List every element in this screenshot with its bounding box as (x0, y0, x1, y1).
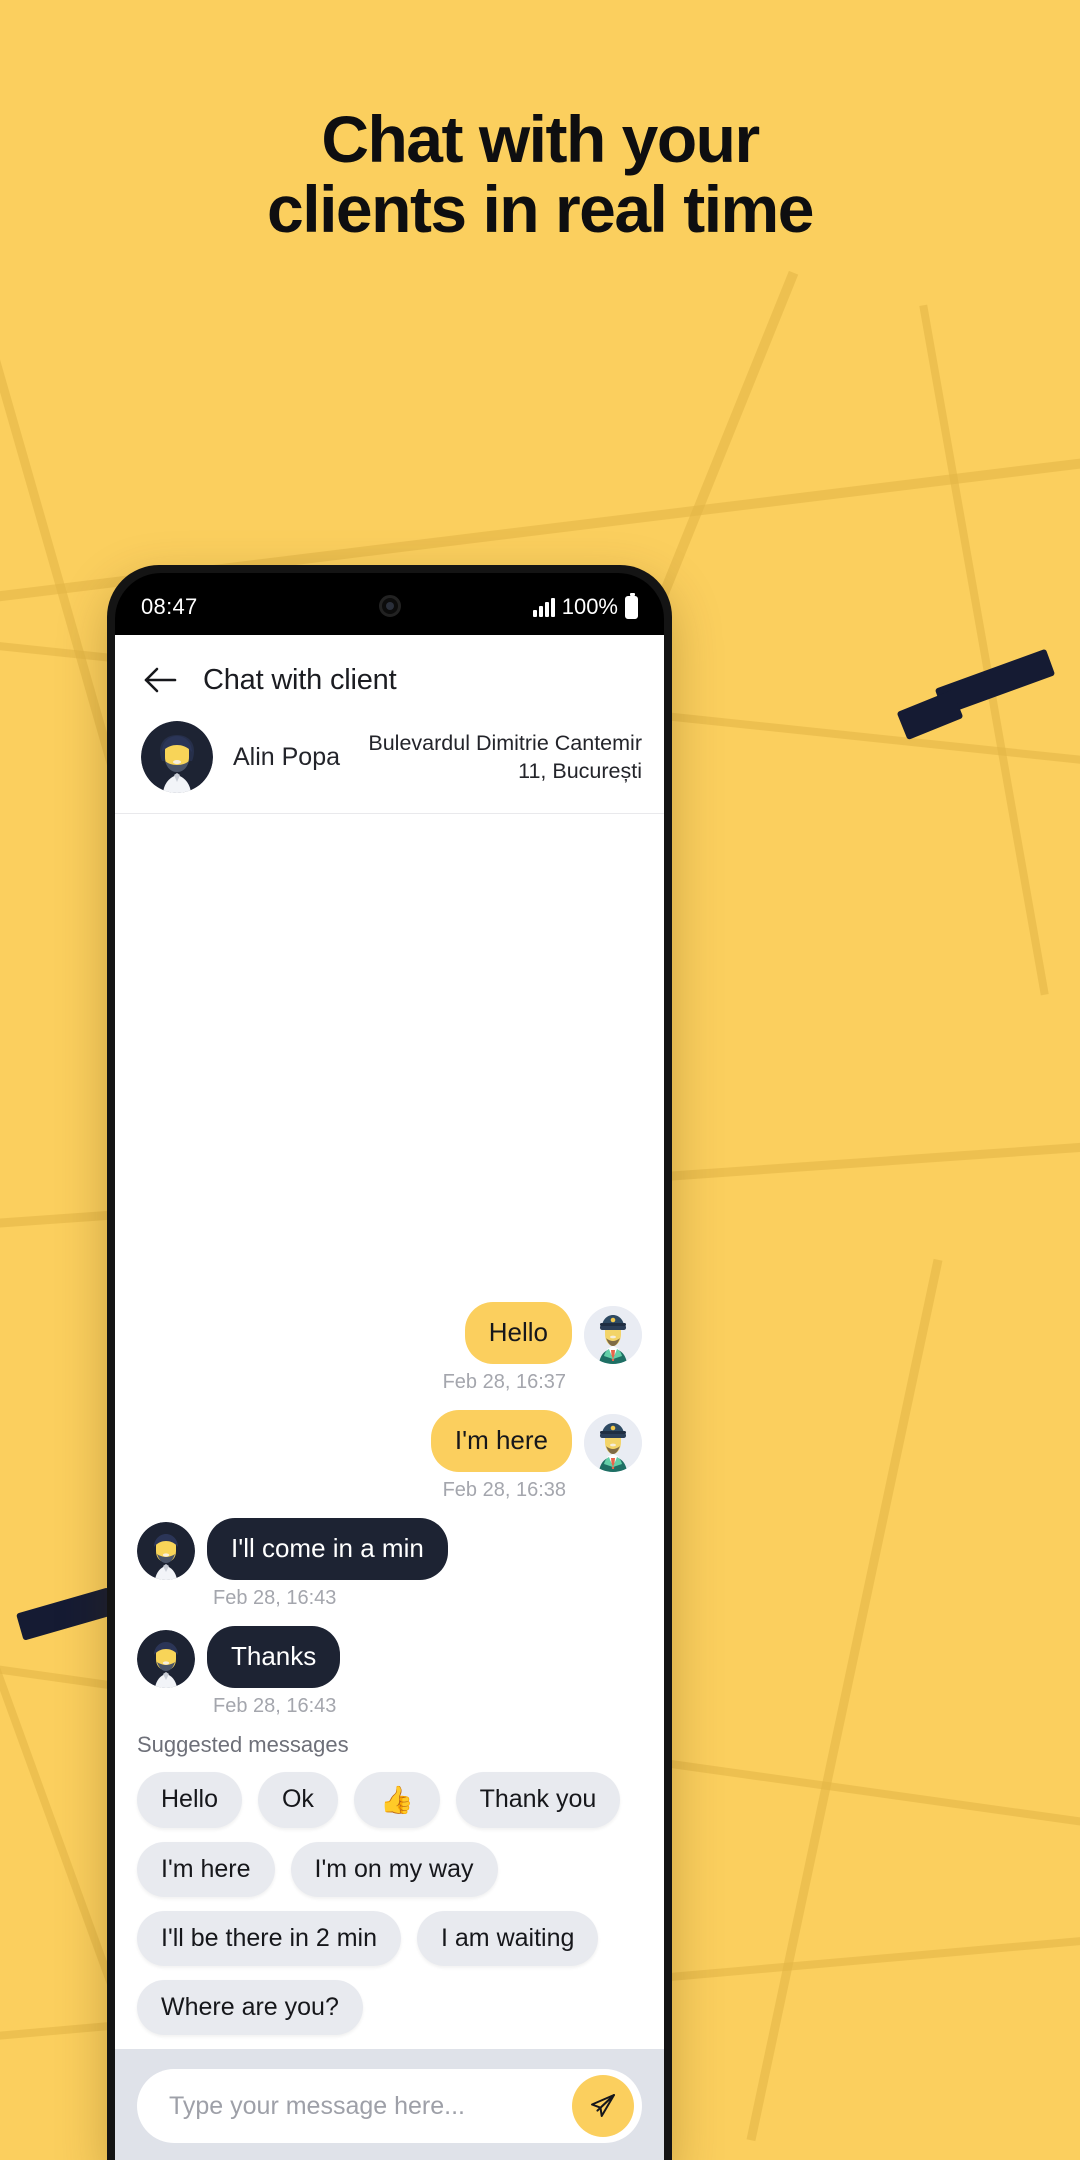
chat-app: Chat with client Alin Popa Bulevardul Di… (115, 635, 664, 2160)
client-address: Bulevardul Dimitrie Cantemir 11, Bucureș… (368, 729, 642, 786)
suggested-chip[interactable]: I'll be there in 2 min (137, 1911, 401, 1966)
app-header: Chat with client (115, 635, 664, 717)
message-timestamp: Feb 28, 16:37 (442, 1371, 566, 1394)
client-info-row[interactable]: Alin Popa Bulevardul Dimitrie Cantemir 1… (115, 717, 664, 814)
driver-avatar (584, 1414, 642, 1473)
message-bubble: I'm here (430, 1410, 572, 1473)
send-paper-plane-icon (587, 2089, 619, 2124)
message-item: Hello Feb 28, 16:37 (137, 1302, 642, 1394)
status-bar-clock: 08:47 (141, 594, 198, 619)
message-bubble: Thanks (207, 1626, 341, 1688)
suggested-chip[interactable]: Ok (257, 1772, 338, 1828)
suggested-chip[interactable]: I am waiting (417, 1911, 599, 1966)
message-input-wrapper[interactable] (137, 2069, 642, 2143)
message-item: I'm here Feb 28, 16:38 (137, 1410, 642, 1502)
suggested-chip-list: Hello Ok 👍 Thank you I'm here I'm on my … (137, 1772, 642, 2035)
client-address-line-2: 11, București (518, 759, 642, 783)
message-input[interactable] (169, 2091, 572, 2121)
status-bar: 08:47 100% (115, 573, 664, 635)
message-timestamp: Feb 28, 16:43 (213, 1587, 337, 1610)
suggested-chip[interactable]: Where are you? (137, 1980, 363, 2035)
client-avatar (137, 1630, 195, 1688)
page-title: Chat with client (203, 663, 397, 696)
message-list[interactable]: Hello Feb 28, 16:37 I'm here Feb 28, 16:… (115, 814, 664, 1724)
suggested-chip[interactable]: I'm here (137, 1842, 275, 1897)
suggested-chip[interactable]: I'm on my way (290, 1842, 498, 1897)
suggested-messages-label: Suggested messages (137, 1732, 349, 1757)
message-bubble: Hello (464, 1302, 572, 1365)
send-button[interactable] (572, 2075, 634, 2137)
battery-percent-label: 100% (561, 594, 618, 619)
phone-mockup: 08:47 100% Chat with client Alin Popa Bu… (107, 565, 672, 2160)
client-avatar (137, 1522, 195, 1581)
driver-avatar (584, 1306, 642, 1365)
back-arrow-icon[interactable] (141, 661, 179, 699)
message-item: Thanks Feb 28, 16:43 (137, 1626, 642, 1718)
suggested-chip-thumbs-up-icon[interactable]: 👍 (353, 1772, 440, 1828)
message-item: I'll come in a min Feb 28, 16:43 (137, 1518, 642, 1610)
client-address-line-1: Bulevardul Dimitrie Cantemir (368, 730, 642, 755)
battery-full-icon (625, 592, 638, 619)
map-line (919, 304, 1049, 996)
signal-bars-icon (532, 597, 555, 617)
status-bar-indicators: 100% (532, 592, 638, 620)
client-name: Alin Popa (233, 742, 341, 771)
message-timestamp: Feb 28, 16:43 (213, 1695, 337, 1717)
phone-screen: 08:47 100% Chat with client Alin Popa Bu… (115, 573, 664, 2160)
suggested-chip[interactable]: Hello (137, 1772, 242, 1828)
suggested-chip[interactable]: Thank you (455, 1772, 621, 1828)
message-timestamp: Feb 28, 16:38 (442, 1479, 566, 1502)
front-camera-icon (378, 595, 401, 617)
map-line (746, 1258, 943, 2142)
promo-headline: Chat with your clients in real time (267, 102, 814, 246)
client-avatar (141, 721, 213, 793)
message-composer (115, 2049, 664, 2160)
message-bubble: I'll come in a min (207, 1518, 448, 1581)
suggested-messages-section: Suggested messages Hello Ok 👍 Thank you … (115, 1724, 664, 2049)
